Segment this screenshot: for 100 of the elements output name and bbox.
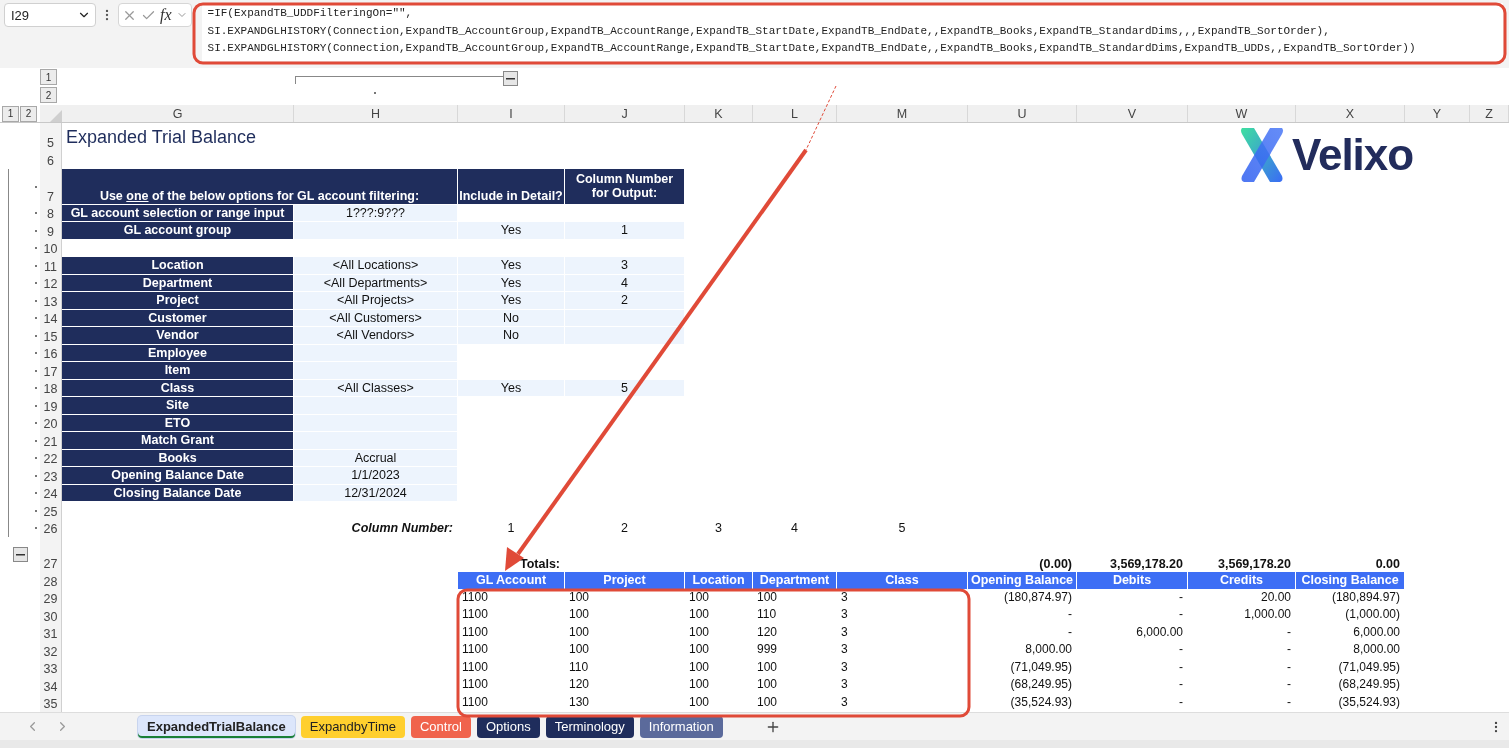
table-cell: (180,874.97) [968, 589, 1077, 607]
column-header: Closing Balance [1296, 572, 1405, 590]
row-number[interactable]: 7 [40, 168, 62, 205]
column-heading[interactable]: K [685, 105, 753, 122]
table-cell: - [1077, 677, 1188, 695]
column-number-cell[interactable] [565, 327, 685, 345]
row-number[interactable]: 32 [40, 642, 62, 660]
table-cell: - [1077, 659, 1188, 677]
table-cell: (1,000.00) [1296, 607, 1405, 625]
row-number[interactable]: 11 [40, 257, 62, 275]
table-cell: 3 [837, 677, 968, 695]
table-cell: 3 [837, 642, 968, 660]
filter-label: Site [62, 397, 294, 415]
table-cell: 1100 [458, 589, 565, 607]
row-number[interactable]: 30 [40, 607, 62, 625]
table-cell: 100 [565, 642, 685, 660]
column-header: Credits [1188, 572, 1296, 590]
table-cell: 8,000.00 [1296, 642, 1405, 660]
table-cell: - [968, 607, 1077, 625]
column-number-cell[interactable]: 1 [565, 222, 685, 240]
row-number[interactable]: 5 [40, 123, 62, 151]
column-heading[interactable]: V [1077, 105, 1188, 122]
insert-function-button[interactable]: fx [160, 6, 172, 24]
column-header: Location [685, 572, 753, 590]
table-cell: 8,000.00 [968, 642, 1077, 660]
filter-value[interactable]: 1/1/2023 [294, 467, 458, 485]
column-number: 5 [837, 519, 968, 537]
sheet-tab[interactable]: ExpandbyTime [300, 715, 405, 738]
column-header: Department [753, 572, 837, 590]
column-header: Column Number for Output: [565, 168, 685, 205]
filter-label: Project [62, 292, 294, 310]
column-heading[interactable]: H [294, 105, 458, 122]
table-cell: 100 [565, 589, 685, 607]
minus-icon [15, 553, 25, 556]
row-number[interactable]: 6 [40, 151, 62, 169]
column-heading[interactable]: J [565, 105, 685, 122]
column-heading[interactable]: X [1296, 105, 1405, 122]
table-cell: (71,049.95) [968, 659, 1077, 677]
name-box[interactable]: I29 [4, 3, 96, 27]
column-header: Project [565, 572, 685, 590]
minus-icon [506, 77, 515, 80]
include-cell[interactable]: Yes [458, 222, 565, 240]
filter-value[interactable]: <All Projects> [294, 292, 458, 310]
row-number[interactable]: 28 [40, 572, 62, 590]
filter-label: Match Grant [62, 432, 294, 450]
column-header: Debits [1077, 572, 1188, 590]
column-heading[interactable]: M [837, 105, 968, 122]
row-number[interactable]: 27 [40, 537, 62, 572]
filter-value[interactable]: <All Locations> [294, 257, 458, 275]
table-cell: 100 [685, 624, 753, 642]
table-cell: - [1077, 589, 1188, 607]
filter-value[interactable]: <All Vendors> [294, 327, 458, 345]
column-heading[interactable]: G [62, 105, 294, 122]
column-heading[interactable]: I [458, 105, 565, 122]
include-cell[interactable]: Yes [458, 292, 565, 310]
outline-level-button[interactable]: 2 [40, 87, 57, 103]
include-cell[interactable]: Yes [458, 257, 565, 275]
row-number[interactable]: 17 [40, 362, 62, 380]
column-heading[interactable]: Z [1470, 105, 1509, 122]
include-cell[interactable]: Yes [458, 379, 565, 397]
filter-label: Opening Balance Date [62, 467, 294, 485]
column-number-cell[interactable]: 5 [565, 379, 685, 397]
row-number[interactable]: 13 [40, 292, 62, 310]
table-cell: 120 [565, 677, 685, 695]
column-heading[interactable]: U [968, 105, 1077, 122]
table-cell: (68,249.95) [1296, 677, 1405, 695]
collapse-button[interactable] [12, 547, 28, 562]
outline-level-button[interactable]: 2 [20, 105, 37, 122]
table-cell: 1100 [458, 677, 565, 695]
table-cell: 100 [685, 589, 753, 607]
column-heading[interactable]: L [753, 105, 837, 122]
outline-level-button[interactable]: 1 [40, 69, 57, 85]
table-cell: - [1188, 642, 1296, 660]
sheet-tab[interactable]: ExpandedTrialBalance [138, 715, 295, 738]
row-number[interactable]: 9 [40, 222, 62, 240]
formula-field[interactable]: =IF(ExpandTB_UDDFilteringOn="", SI.EXPANDGLHISTORY(Connection,ExpandTB_AccountGroup,ExpandTB_AccountRange,ExpandTB_StartDate,ExpandTB_EndDate,,ExpandTB_Books,ExpandTB_StandardDims,,,ExpandTB_SortOrder), SI.EXPANDGLHISTORY(Connection,ExpandTB_AccountGroup,ExpandTB_AccountRange,ExpandTB_StartDate,ExpandTB_EndDate,,ExpandTB_Books,ExpandTB_StandardDims,ExpandTB_UDDs,,ExpandTB_SortOrder)) [201, 3, 1503, 61]
table-cell: 110 [753, 607, 837, 625]
column-number: 3 [685, 519, 753, 537]
table-cell: 100 [685, 677, 753, 695]
row-number[interactable]: 21 [40, 432, 62, 450]
column-number: 2 [565, 519, 685, 537]
outline-level-button[interactable]: 1 [2, 105, 19, 122]
row-number[interactable]: 23 [40, 467, 62, 485]
row-number[interactable]: 15 [40, 327, 62, 345]
row-number[interactable]: 19 [40, 397, 62, 415]
table-cell: (180,894.97) [1296, 589, 1405, 607]
column-heading[interactable]: W [1188, 105, 1296, 122]
row-number[interactable]: 25 [40, 502, 62, 520]
table-cell: 20.00 [1188, 589, 1296, 607]
table-cell: 3 [837, 607, 968, 625]
row-number[interactable]: 34 [40, 677, 62, 695]
table-cell: 3 [837, 659, 968, 677]
table-cell: 100 [565, 624, 685, 642]
column-heading[interactable]: Y [1405, 105, 1470, 122]
include-cell[interactable]: No [458, 327, 565, 345]
collapse-button[interactable] [503, 71, 518, 86]
column-number-cell[interactable]: 3 [565, 257, 685, 275]
column-header: Include in Detail? [458, 168, 565, 205]
column-number-cell[interactable]: 2 [565, 292, 685, 310]
table-cell: 6,000.00 [1296, 624, 1405, 642]
